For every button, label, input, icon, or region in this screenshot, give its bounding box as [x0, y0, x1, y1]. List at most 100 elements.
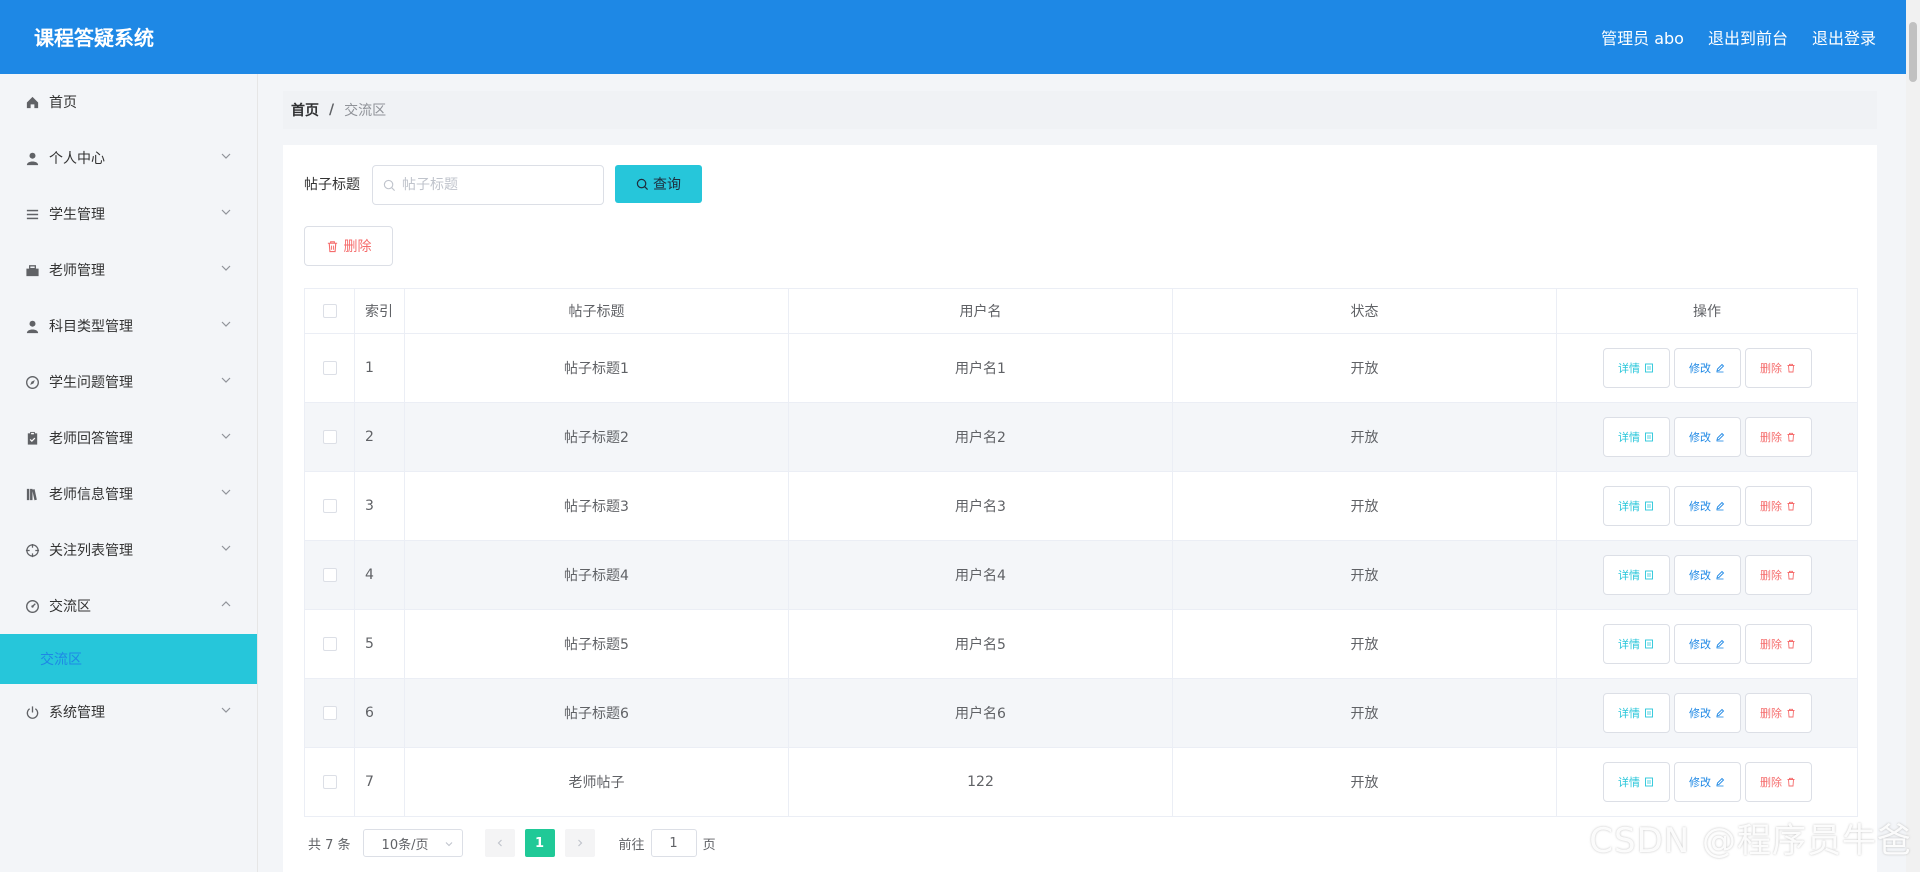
table-row[interactable]: 6 帖子标题6 用户名6 开放 详情 修改 删除	[304, 678, 1858, 748]
row-actions: 详情 修改 删除	[1556, 678, 1858, 748]
edit-button[interactable]: 修改	[1673, 693, 1741, 733]
edit-icon	[1716, 570, 1725, 580]
detail-button[interactable]: 详情	[1602, 693, 1670, 733]
row-checkbox[interactable]	[322, 430, 337, 444]
sidebar-item-home[interactable]: 首页	[0, 74, 257, 130]
goto-label: 前往	[618, 837, 645, 853]
sidebar-item-system[interactable]: 系统管理	[0, 684, 257, 740]
delete-button[interactable]: 删除	[1744, 348, 1812, 388]
sidebar-item-teachers[interactable]: 老师管理	[0, 242, 257, 298]
row-select-cell[interactable]	[304, 333, 355, 403]
row-select-cell[interactable]	[304, 402, 355, 472]
goto-page-input[interactable]: 1	[650, 829, 697, 857]
top-header: 课程答疑系统 管理员 abo 退出到前台 退出登录	[0, 0, 1920, 74]
table-row[interactable]: 1 帖子标题1 用户名1 开放 详情 修改 删除	[304, 333, 1858, 403]
edit-button[interactable]: 修改	[1673, 762, 1741, 802]
exit-to-front-link[interactable]: 退出到前台	[1708, 25, 1788, 49]
row-select-cell[interactable]	[304, 471, 355, 541]
sidebar-subitem-exchange[interactable]: 交流区	[0, 634, 257, 684]
trash-icon	[1787, 501, 1795, 511]
scrollbar-thumb[interactable]	[1909, 22, 1917, 82]
document-icon	[1645, 570, 1653, 580]
row-select-cell[interactable]	[304, 678, 355, 748]
delete-button[interactable]: 删除	[1744, 693, 1812, 733]
detail-button-label: 详情	[1618, 569, 1640, 582]
row-select-cell[interactable]	[304, 609, 355, 679]
table-row[interactable]: 2 帖子标题2 用户名2 开放 详情 修改 删除	[304, 402, 1858, 472]
page-scrollbar[interactable]	[1906, 0, 1920, 872]
select-all-cell[interactable]	[304, 288, 355, 334]
detail-button-label: 详情	[1618, 431, 1640, 444]
query-button[interactable]: 查询	[615, 165, 702, 203]
edit-icon	[1716, 777, 1725, 787]
row-checkbox[interactable]	[322, 499, 337, 513]
sidebar-item-label: 老师信息管理	[49, 487, 133, 503]
sidebar-item-label: 老师回答管理	[49, 431, 133, 447]
detail-button[interactable]: 详情	[1602, 555, 1670, 595]
sidebar-item-student-questions[interactable]: 学生问题管理	[0, 354, 257, 410]
row-checkbox[interactable]	[322, 706, 337, 720]
row-checkbox[interactable]	[322, 775, 337, 789]
sidebar-item-exchange[interactable]: 交流区	[0, 578, 257, 634]
delete-button[interactable]: 删除	[1744, 486, 1812, 526]
delete-button[interactable]: 删除	[1744, 555, 1812, 595]
sidebar-item-subject-types[interactable]: 科目类型管理	[0, 298, 257, 354]
table-row[interactable]: 5 帖子标题5 用户名5 开放 详情 修改 删除	[304, 609, 1858, 679]
prev-page-button[interactable]	[484, 829, 515, 857]
logout-link[interactable]: 退出登录	[1812, 25, 1876, 49]
search-input[interactable]	[402, 177, 592, 193]
row-select-cell[interactable]	[304, 540, 355, 610]
sidebar-item-teacher-answers[interactable]: 老师回答管理	[0, 410, 257, 466]
batch-delete-button[interactable]: 删除	[304, 226, 393, 266]
breadcrumb-separator: /	[329, 102, 335, 118]
delete-button[interactable]: 删除	[1744, 762, 1812, 802]
row-checkbox[interactable]	[322, 637, 337, 651]
admin-user-label[interactable]: 管理员 abo	[1601, 25, 1684, 49]
row-actions: 详情 修改 删除	[1556, 747, 1858, 817]
row-checkbox[interactable]	[322, 361, 337, 375]
detail-button[interactable]: 详情	[1602, 417, 1670, 457]
chevron-down-icon	[221, 377, 231, 383]
pagination: 共 7 条 10条/页 1 前往 1 页	[304, 829, 716, 857]
sidebar-item-personal-center[interactable]: 个人中心	[0, 130, 257, 186]
edit-button[interactable]: 修改	[1673, 348, 1741, 388]
row-username: 用户名3	[788, 471, 1173, 541]
sidebar-item-students[interactable]: 学生管理	[0, 186, 257, 242]
row-username: 用户名5	[788, 609, 1173, 679]
sidebar-item-teacher-info[interactable]: 老师信息管理	[0, 466, 257, 522]
edit-button[interactable]: 修改	[1673, 624, 1741, 664]
delete-button[interactable]: 删除	[1744, 624, 1812, 664]
next-page-button[interactable]	[564, 829, 595, 857]
detail-button[interactable]: 详情	[1602, 486, 1670, 526]
table-row[interactable]: 7 老师帖子 122 开放 详情 修改 删除	[304, 747, 1858, 817]
table-row[interactable]: 3 帖子标题3 用户名3 开放 详情 修改 删除	[304, 471, 1858, 541]
search-field[interactable]	[372, 165, 604, 205]
query-button-label: 查询	[653, 177, 681, 193]
edit-button[interactable]: 修改	[1673, 555, 1741, 595]
content-card: 帖子标题 查询 删除 索引 帖子标题 用户名 状态	[283, 145, 1877, 872]
edit-button-label: 修改	[1689, 707, 1711, 720]
row-checkbox[interactable]	[322, 568, 337, 582]
edit-button-label: 修改	[1689, 638, 1711, 651]
page-number-current[interactable]: 1	[524, 829, 555, 857]
row-post-title: 帖子标题4	[404, 540, 789, 610]
table-row[interactable]: 4 帖子标题4 用户名4 开放 详情 修改 删除	[304, 540, 1858, 610]
delete-button[interactable]: 删除	[1744, 417, 1812, 457]
detail-button[interactable]: 详情	[1602, 624, 1670, 664]
edit-button[interactable]: 修改	[1673, 417, 1741, 457]
row-select-cell[interactable]	[304, 747, 355, 817]
edit-button[interactable]: 修改	[1673, 486, 1741, 526]
pagination-total: 共 7 条	[308, 837, 351, 853]
detail-button[interactable]: 详情	[1602, 762, 1670, 802]
sidebar-item-follow-list[interactable]: 关注列表管理	[0, 522, 257, 578]
edit-button-label: 修改	[1689, 362, 1711, 375]
sidebar-item-label: 个人中心	[49, 151, 105, 167]
batch-delete-label: 删除	[343, 239, 372, 255]
select-all-checkbox[interactable]	[322, 304, 337, 318]
delete-button-label: 删除	[1760, 431, 1782, 444]
breadcrumb-home[interactable]: 首页	[291, 100, 319, 120]
chevron-right-icon	[577, 839, 582, 847]
page-size-select[interactable]: 10条/页	[362, 829, 463, 857]
edit-icon	[1716, 501, 1725, 511]
detail-button[interactable]: 详情	[1602, 348, 1670, 388]
